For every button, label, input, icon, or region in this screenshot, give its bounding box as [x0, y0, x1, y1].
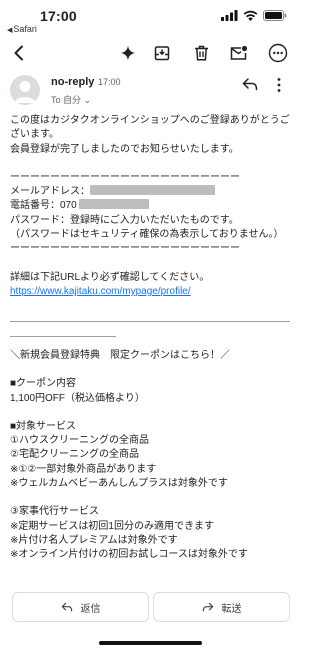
forward-icon — [202, 602, 213, 612]
reply-icon — [242, 78, 258, 91]
mark-unread-icon — [230, 45, 248, 60]
password-line: パスワード：登録時にご入力いただいたものです。 — [10, 214, 239, 226]
forward-button[interactable]: 転送 — [153, 592, 290, 622]
mark-unread-button[interactable] — [228, 42, 250, 64]
divider-line-2: ーーーーーーーーーーーーーーーーーーーーーーー — [10, 243, 240, 255]
battery-icon — [263, 10, 287, 21]
mail-toolbar — [0, 36, 301, 70]
wifi-icon — [243, 10, 258, 21]
reply-header-button[interactable] — [242, 77, 258, 96]
archive-button[interactable] — [151, 42, 173, 64]
email-address-line: メールアドレス： — [10, 185, 294, 199]
more-options-button[interactable] — [267, 42, 289, 64]
reply-button[interactable]: 返信 — [12, 592, 149, 622]
email-body: この度はカジタクオンラインショップへのご登録ありがとうございます。 会員登録が完… — [10, 114, 294, 299]
forward-label: 転送 — [221, 603, 242, 615]
service-note-1: ※①②一部対象外商品があります — [10, 463, 157, 475]
divider-line: ーーーーーーーーーーーーーーーーーーーーーーー — [10, 171, 240, 183]
back-button[interactable] — [8, 42, 30, 64]
short-rule — [10, 336, 116, 337]
profile-link[interactable]: https://www.kajitaku.com/mypage/profile/ — [10, 286, 191, 297]
service-1: ①ハウスクリーニングの全商品 — [10, 435, 149, 447]
delete-button[interactable] — [190, 42, 212, 64]
message-actions: 返信 転送 — [0, 592, 301, 624]
send-time: 17:00 — [98, 77, 121, 87]
back-triangle-icon: ◀ — [7, 27, 13, 34]
intro-line-2: 会員登録が完了しましたのでお知らせいたします。 — [10, 143, 239, 155]
trash-icon — [194, 45, 208, 61]
message-more-button[interactable] — [276, 77, 282, 98]
services-heading: ■対象サービス — [10, 420, 77, 432]
campaign-heading: ＼新規会員登録特典 限定クーポンはこちら！／ — [10, 350, 230, 361]
coupon-value: 1,100円OFF（税込価格より） — [10, 392, 145, 404]
sparkle-icon — [120, 45, 136, 61]
more-icon — [268, 43, 288, 63]
password-note: （パスワードはセキュリティ確保の為表示しておりません。） — [10, 229, 284, 241]
service-note-4: ※片付け名人プレミアムは対象外です — [10, 534, 178, 546]
person-icon — [14, 81, 36, 103]
home-indicator[interactable] — [99, 641, 202, 645]
email-label: メールアドレス： — [10, 186, 90, 198]
sender-avatar — [10, 75, 40, 105]
phone-line: 電話番号：070 — [10, 199, 294, 213]
service-note-2: ※ウェルカムベビーあんしんプラスは対象外です — [10, 478, 228, 490]
service-note-3: ※定期サービスは初回1回分のみ適用できます — [10, 520, 214, 532]
phone-label: 電話番号： — [10, 200, 60, 212]
sender-name: no-reply — [51, 76, 95, 88]
redacted-email — [90, 185, 215, 196]
phone-prefix: 070 — [60, 200, 77, 212]
reply-icon — [61, 602, 72, 612]
recipient-toggle[interactable]: To 自分 ⌄ — [51, 93, 91, 106]
more-vert-icon — [277, 78, 281, 92]
status-bar: 17:00 ◀Safari — [0, 0, 301, 34]
intro-line-1: この度はカジタクオンラインショップへのご登録ありがとうございます。 — [10, 115, 290, 141]
service-note-5: ※オンライン片付けの初回お試しコースは対象外です — [10, 549, 248, 561]
cellular-signal-icon — [221, 10, 238, 21]
status-time: 17:00 — [40, 8, 77, 24]
back-app-label: Safari — [13, 24, 37, 34]
coupon-heading: ■クーポン内容 — [10, 378, 77, 390]
horizontal-rule — [10, 321, 290, 322]
email-header: no-reply 17:00 To 自分 ⌄ — [0, 72, 301, 112]
reply-label: 返信 — [80, 603, 101, 615]
gemini-button[interactable] — [117, 42, 139, 64]
redacted-phone — [78, 199, 149, 210]
back-arrow-icon — [14, 45, 23, 61]
status-icons — [221, 10, 287, 21]
service-3: ③家事代行サービス — [10, 506, 99, 518]
detail-text: 詳細は下記URLより必ず確認してください。 — [10, 271, 210, 283]
service-2: ②宅配クリーニングの全商品 — [10, 449, 139, 461]
archive-icon — [154, 46, 170, 61]
back-to-app-link[interactable]: ◀Safari — [7, 24, 37, 34]
email-body-campaign: ＼新規会員登録特典 限定クーポンはこちら！／ ■クーポン内容 1,100円OFF… — [10, 349, 294, 563]
